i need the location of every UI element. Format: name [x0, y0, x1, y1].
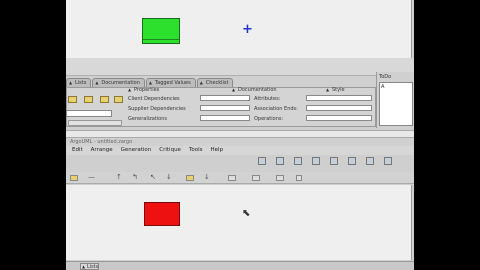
- diagram-tool-4[interactable]: [312, 157, 320, 165]
- diagram-tool-3[interactable]: [294, 157, 302, 165]
- shape-tool-2-icon[interactable]: [252, 175, 260, 181]
- diagram-tool-1[interactable]: [258, 157, 266, 165]
- dependency-tool-icon[interactable]: ↰: [132, 173, 138, 181]
- subtab-properties[interactable]: Properties: [128, 87, 159, 93]
- screen: + Lists Documentation Tagged Values Chec…: [66, 0, 414, 270]
- operations-label: Operations:: [254, 116, 284, 122]
- todo-list[interactable]: A: [379, 82, 413, 126]
- tab-checklist[interactable]: Checklist: [196, 78, 234, 87]
- note-tool-icon[interactable]: ↓: [204, 173, 210, 181]
- right-black-bar: [414, 0, 480, 270]
- package-icon[interactable]: [114, 96, 123, 103]
- diagram-tool-6[interactable]: [348, 157, 356, 165]
- subtab-style[interactable]: Style: [326, 87, 345, 93]
- tab-tagged-values[interactable]: Tagged Values: [145, 78, 196, 87]
- shape-tool-1-icon[interactable]: [228, 175, 236, 181]
- association-tool-icon[interactable]: ↑: [116, 173, 122, 181]
- menu-critique[interactable]: Critique: [155, 146, 185, 155]
- uml-class-box-green[interactable]: [142, 18, 180, 44]
- association-ends-label: Association Ends:: [254, 106, 298, 112]
- main-toolbar: [254, 157, 414, 167]
- menu-help[interactable]: Help: [207, 146, 228, 155]
- diagram-tool-5[interactable]: [330, 157, 338, 165]
- status-bar: Lists: [66, 261, 414, 270]
- plus-cursor-icon: +: [242, 22, 253, 37]
- shape-tool-3-icon[interactable]: [276, 175, 284, 181]
- subtab-documentation[interactable]: Documentation: [232, 87, 277, 93]
- menu-generation[interactable]: Generation: [117, 146, 156, 155]
- diagram-canvas-bottom[interactable]: ⬉: [66, 185, 412, 260]
- attribute-icon[interactable]: [84, 96, 93, 103]
- generalization-tool-icon[interactable]: ↖: [150, 173, 156, 181]
- todo-item[interactable]: A: [381, 84, 384, 90]
- menubar: Edit Arrange Generation Critique Tools H…: [66, 146, 414, 155]
- client-dependencies-field[interactable]: [200, 95, 250, 101]
- attributes-label: Attributes:: [254, 96, 281, 102]
- canvas-scroll-strip[interactable]: [66, 58, 414, 76]
- uml-class-box-red[interactable]: [144, 202, 180, 226]
- tab-lists[interactable]: Lists: [66, 78, 92, 87]
- left-black-bar: [0, 0, 66, 270]
- name-field[interactable]: [66, 110, 112, 117]
- attributes-field[interactable]: [306, 95, 372, 101]
- menu-arrange[interactable]: Arrange: [87, 146, 117, 155]
- generalizations-label: Generalizations: [128, 116, 167, 122]
- menu-edit[interactable]: Edit: [68, 146, 87, 155]
- shape-tool-4-icon[interactable]: [296, 175, 302, 181]
- properties-subtabs: Properties Documentation Style: [66, 87, 376, 93]
- arrow-pointer-icon: ⬉: [242, 208, 251, 219]
- tab-lists-bottom[interactable]: Lists: [80, 263, 100, 270]
- todo-panel: ToDo A: [376, 72, 414, 128]
- menu-tools[interactable]: Tools: [185, 146, 207, 155]
- diagram-tool-2[interactable]: [276, 157, 284, 165]
- operations-field[interactable]: [306, 115, 372, 121]
- property-toolbar: [68, 96, 123, 106]
- select-tool-icon[interactable]: [70, 175, 78, 181]
- generalizations-field[interactable]: [200, 115, 250, 121]
- class-tool-icon[interactable]: [186, 175, 194, 181]
- realization-tool-icon[interactable]: ↓: [166, 173, 172, 181]
- operation-icon[interactable]: [100, 96, 109, 103]
- details-tabs: Lists Documentation Tagged Values Checkl…: [66, 78, 366, 87]
- window-title: ArgoUML - untitled.zargo: [66, 138, 414, 146]
- class-icon[interactable]: [68, 96, 77, 103]
- client-dependencies-label: Client Dependencies: [128, 96, 180, 102]
- namespace-combo[interactable]: [68, 120, 122, 126]
- diagram-tool-8[interactable]: [384, 157, 392, 165]
- diagram-tool-7[interactable]: [366, 157, 374, 165]
- supplier-dependencies-field[interactable]: [200, 105, 250, 111]
- line-tool-icon[interactable]: —: [88, 173, 95, 181]
- diagram-toolbar: — ↑ ↰ ↖ ↓ ↓: [66, 172, 414, 184]
- diagram-canvas-top[interactable]: +: [66, 0, 412, 58]
- todo-tab[interactable]: ToDo: [379, 74, 391, 80]
- window-separator: [66, 130, 414, 138]
- supplier-dependencies-label: Supplier Dependencies: [128, 106, 186, 112]
- tab-documentation[interactable]: Documentation: [92, 78, 145, 87]
- association-ends-field[interactable]: [306, 105, 372, 111]
